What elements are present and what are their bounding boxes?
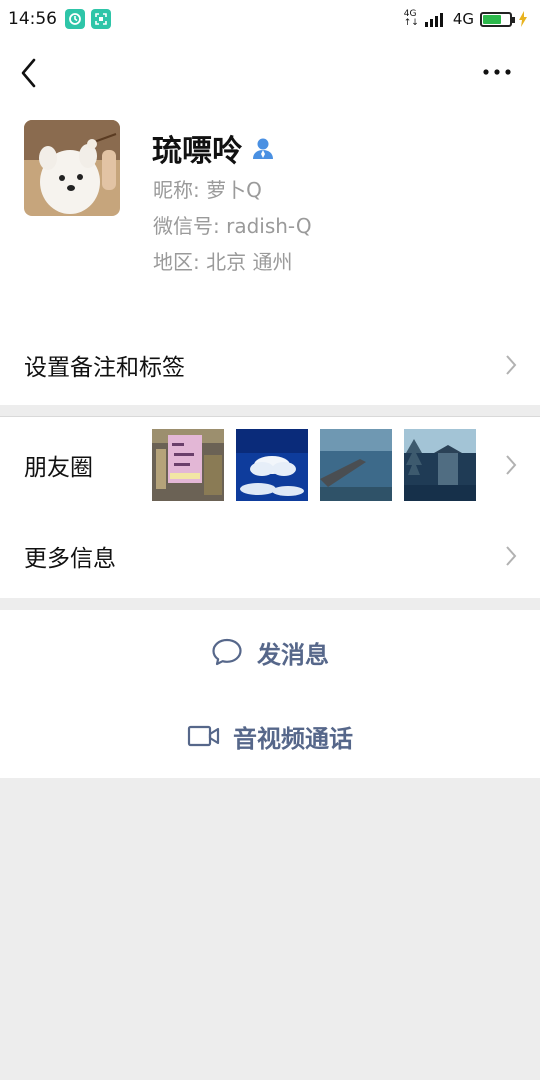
moments-thumbnails <box>152 429 476 501</box>
moments-photo-thumb <box>236 429 308 501</box>
status-time: 14:56 <box>8 9 57 29</box>
chat-bubble-icon <box>212 638 242 666</box>
app-notification-icon <box>65 9 85 29</box>
chevron-right-icon <box>506 455 517 475</box>
back-button[interactable] <box>18 56 42 90</box>
video-camera-icon <box>187 725 220 747</box>
more-options-button[interactable] <box>482 64 512 80</box>
avatar[interactable] <box>24 120 120 216</box>
screenshot-notification-icon <box>91 9 111 29</box>
chevron-right-icon <box>506 545 517 566</box>
nickname-text: 昵称: 萝卜Q <box>153 178 262 202</box>
set-remark-label: 设置备注和标签 <box>24 355 185 381</box>
moments-row[interactable]: 朋友圈 <box>0 417 540 513</box>
send-message-button[interactable]: 发消息 <box>0 610 540 694</box>
more-info-label: 更多信息 <box>24 545 116 572</box>
data-arrows-icon: ↑↓ <box>403 18 419 28</box>
moments-photo-thumb <box>152 429 224 501</box>
moments-photo-thumb <box>404 429 476 501</box>
region-text: 地区: 北京 通州 <box>153 250 293 274</box>
contact-profile-screen: 14:56 4G ↑↓ 4G 琉嘌呤 昵称: 萝卜Q 微信号: radish-Q… <box>0 0 540 1080</box>
profile-name-text: 琉嘌呤 <box>152 134 242 169</box>
battery-icon <box>480 11 515 27</box>
moments-photo-thumb <box>320 429 392 501</box>
signal-icon <box>424 13 443 27</box>
moments-label: 朋友圈 <box>24 455 93 481</box>
network-label: 4G <box>452 10 474 28</box>
status-bar: 14:56 4G ↑↓ 4G <box>0 0 540 38</box>
person-badge-icon <box>253 138 273 159</box>
video-call-button[interactable]: 音视频通话 <box>0 694 540 778</box>
charging-bolt-icon <box>519 11 527 27</box>
send-message-label: 发消息 <box>257 640 329 669</box>
status-right-group: 4G ↑↓ 4G <box>404 10 528 28</box>
battery-level-fill <box>483 14 502 24</box>
set-remark-row[interactable]: 设置备注和标签 <box>0 325 540 405</box>
network-type-small: 4G ↑↓ <box>404 10 419 28</box>
section-divider <box>0 598 540 610</box>
wechat-id-text: 微信号: radish-Q <box>153 214 312 238</box>
profile-name: 琉嘌呤 <box>152 126 276 170</box>
dog-avatar-image <box>24 120 120 216</box>
more-info-row[interactable]: 更多信息 <box>0 513 540 598</box>
video-call-label: 音视频通话 <box>233 724 353 753</box>
chevron-right-icon <box>506 355 517 375</box>
